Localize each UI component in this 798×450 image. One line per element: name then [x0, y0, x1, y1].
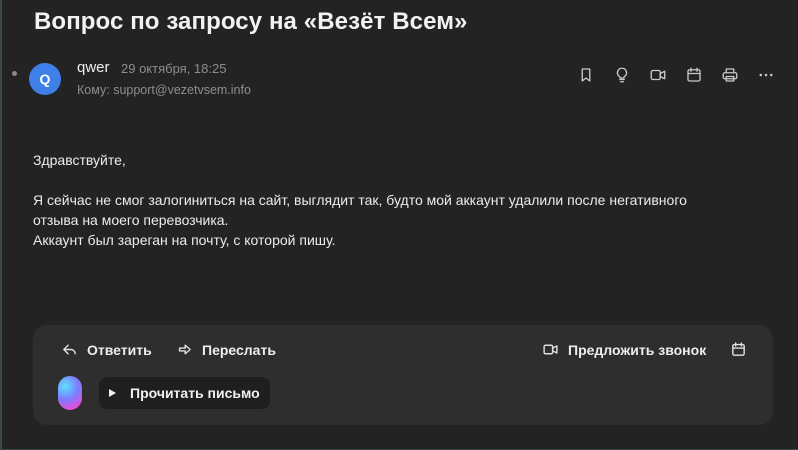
forward-icon [178, 344, 191, 355]
reply-icon [63, 344, 76, 355]
idea-button[interactable] [604, 64, 640, 86]
forward-label: Переслать [202, 341, 276, 358]
body-line: отзыва на моего перевозчика. [33, 212, 229, 228]
unread-indicator[interactable] [12, 71, 17, 76]
recipient-address[interactable]: support@vezetvsem.info [113, 83, 251, 97]
bookmark-icon [581, 68, 591, 82]
to-label: Кому: [77, 83, 110, 97]
sent-date: 29 октября, 18:25 [121, 61, 227, 76]
calendar-icon [687, 67, 701, 82]
email-body: Здравствуйте, Я сейчас не смог залогинит… [33, 150, 773, 250]
message-actions-toolbar [568, 64, 784, 86]
bookmark-button[interactable] [568, 64, 604, 86]
play-icon [109, 389, 116, 397]
print-icon [722, 68, 738, 82]
reply-panel: Ответить Переслать Предложить звонок Про… [33, 325, 773, 425]
body-line: Аккаунт был зареган на почту, с которой … [33, 232, 336, 248]
propose-call-button[interactable]: Предложить звонок [542, 341, 706, 358]
recipient-line: Кому: support@vezetvsem.info [77, 83, 251, 97]
calendar-button[interactable] [676, 64, 712, 86]
body-line: Я сейчас не смог залогиниться на сайт, в… [33, 192, 687, 208]
print-button[interactable] [712, 64, 748, 86]
reply-label: Ответить [87, 341, 152, 358]
more-button[interactable] [748, 64, 784, 86]
video-call-button[interactable] [640, 64, 676, 86]
more-icon [759, 73, 773, 77]
sender-name[interactable]: qwer [77, 59, 110, 76]
ai-assistant-icon[interactable] [58, 376, 82, 410]
read-letter-button[interactable]: Прочитать письмо [99, 377, 270, 409]
read-letter-label: Прочитать письмо [130, 385, 260, 401]
forward-button[interactable]: Переслать [176, 341, 276, 358]
sender-avatar[interactable]: Q [29, 63, 61, 95]
video-call-icon [543, 344, 558, 355]
calendar-icon [732, 342, 745, 356]
propose-call-label: Предложить звонок [568, 341, 707, 358]
schedule-button[interactable] [730, 341, 747, 358]
email-subject: Вопрос по запросу на «Везёт Всем» [34, 8, 468, 35]
reply-button[interactable]: Ответить [61, 341, 152, 358]
video-call-icon [650, 69, 666, 81]
lightbulb-icon [616, 67, 628, 83]
body-greeting: Здравствуйте, [33, 152, 126, 168]
